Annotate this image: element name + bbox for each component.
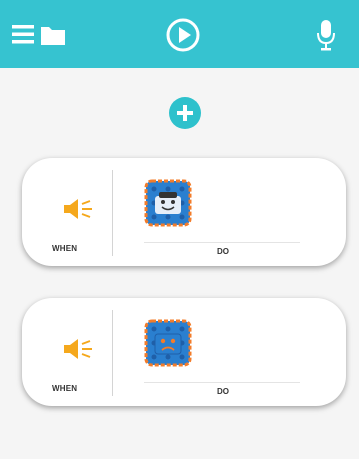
speaker-sound-icon[interactable] (63, 336, 97, 362)
plus-icon (177, 105, 193, 121)
rule-card[interactable]: WHEN DO (22, 298, 346, 406)
play-icon[interactable] (165, 17, 201, 53)
divider (112, 310, 113, 396)
when-label: WHEN (52, 244, 78, 253)
when-label: WHEN (52, 384, 78, 393)
rule-card[interactable]: WHEN DO (22, 158, 346, 266)
when-trigger-area[interactable]: WHEN (22, 158, 112, 266)
folder-icon[interactable] (40, 24, 66, 46)
do-underline (144, 382, 300, 383)
add-rule-button[interactable] (169, 97, 201, 129)
do-label: DO (217, 247, 229, 256)
speaker-sound-icon[interactable] (63, 196, 97, 222)
robot-face-sad-icon[interactable] (144, 319, 192, 367)
top-toolbar (0, 0, 359, 68)
when-trigger-area[interactable]: WHEN (22, 298, 112, 406)
divider (112, 170, 113, 256)
robot-face-happy-icon[interactable] (144, 179, 192, 227)
do-underline (144, 242, 300, 243)
menu-icon[interactable] (12, 24, 34, 44)
microphone-icon[interactable] (316, 20, 336, 52)
do-label: DO (217, 387, 229, 396)
